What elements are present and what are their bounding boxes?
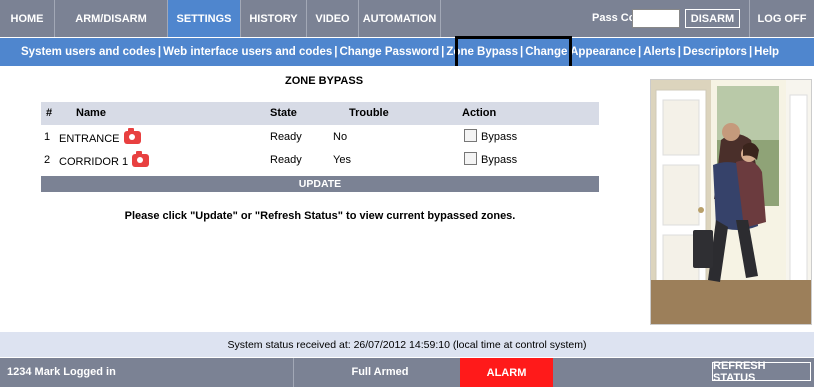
subnav-alerts[interactable]: Alerts (643, 46, 676, 58)
subnav-separator: | (441, 46, 445, 58)
bypass-checkbox[interactable] (464, 129, 477, 142)
table-header: # Name State Trouble Action (41, 102, 599, 125)
tab-arm-disarm[interactable]: ARM/DISARM (55, 0, 168, 37)
tab-history[interactable]: HISTORY (241, 0, 307, 37)
col-header-action: Action (462, 107, 497, 119)
zone-trouble: Yes (333, 154, 351, 166)
subnav-change-password[interactable]: Change Password (339, 46, 439, 58)
bottom-divider (293, 358, 294, 387)
zone-name-cell: ENTRANCE (59, 128, 141, 145)
table-row: 2 CORRIDOR 1 Ready Yes Bypass (41, 150, 599, 172)
subnav-change-appearance[interactable]: Change Appearance (525, 46, 636, 58)
bypass-label: Bypass (481, 154, 518, 166)
subnav-zone-bypass[interactable]: Zone Bypass (446, 46, 518, 58)
alarm-indicator: ALARM (460, 358, 553, 387)
family-photo-illustration (651, 80, 811, 324)
col-header-num: # (46, 107, 53, 119)
subnav-separator: | (677, 46, 682, 58)
zone-name-cell: CORRIDOR 1 (59, 151, 150, 168)
bypass-control[interactable]: Bypass (464, 129, 517, 143)
tab-home[interactable]: HOME (0, 0, 55, 37)
subnav-separator: | (334, 46, 338, 58)
zone-state: Ready (270, 154, 302, 166)
subnav-web-users[interactable]: Web interface users and codes (163, 46, 332, 58)
table-row: 1 ENTRANCE Ready No Bypass (41, 127, 599, 149)
col-header-name: Name (76, 107, 106, 119)
settings-subnav: System users and codes | Web interface use… (0, 38, 814, 66)
bottom-bar: 1234 Mark Logged in Full Armed ALARM REF… (0, 358, 814, 387)
tab-automation[interactable]: AUTOMATION (359, 0, 441, 37)
refresh-status-button[interactable]: REFRESH STATUS (712, 360, 811, 384)
col-header-trouble: Trouble (349, 107, 389, 119)
zone-trouble: No (333, 131, 348, 143)
logged-in-user: 1234 Mark Logged in (7, 366, 116, 378)
status-message: System status received at: 26/07/2012 14… (0, 332, 814, 357)
logoff-button[interactable]: LOG OFF (749, 0, 814, 37)
main-content: ZONE BYPASS # Name State Trouble Action … (0, 66, 814, 332)
bypass-checkbox[interactable] (464, 152, 477, 165)
tab-settings[interactable]: SETTINGS (168, 0, 241, 37)
pass-code-input[interactable] (632, 9, 680, 28)
bypass-control[interactable]: Bypass (464, 152, 517, 166)
zone-state: Ready (270, 131, 302, 143)
subnav-system-users[interactable]: System users and codes (21, 46, 156, 58)
zone-number: 1 (44, 131, 51, 143)
subnav-separator: | (637, 46, 642, 58)
bypass-label: Bypass (481, 131, 518, 143)
zone-number: 2 (44, 154, 51, 166)
subnav-separator: | (157, 46, 162, 58)
camera-icon[interactable] (123, 128, 141, 144)
arm-state: Full Armed (351, 366, 409, 378)
subnav-descriptors[interactable]: Descriptors (683, 46, 747, 58)
zone-name: ENTRANCE (59, 133, 120, 145)
family-photo (650, 79, 812, 325)
camera-icon[interactable] (132, 151, 150, 167)
subnav-separator: | (519, 46, 524, 58)
update-button[interactable]: UPDATE (41, 176, 599, 192)
col-header-state: State (270, 107, 297, 119)
subnav-help[interactable]: Help (754, 46, 779, 58)
info-message: Please click "Update" or "Refresh Status… (124, 210, 516, 222)
page-title: ZONE BYPASS (285, 75, 364, 87)
zone-name: CORRIDOR 1 (59, 156, 129, 168)
disarm-button[interactable]: DISARM (685, 9, 740, 28)
tab-video[interactable]: VIDEO (307, 0, 359, 37)
subnav-separator: | (748, 46, 753, 58)
